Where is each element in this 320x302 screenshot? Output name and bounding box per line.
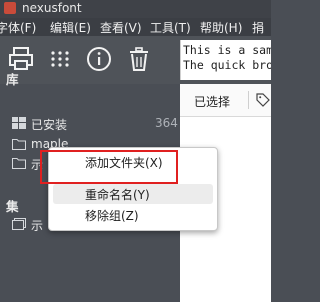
menu-font[interactable]: 字体(F): [0, 19, 36, 36]
grid-dots-icon[interactable]: [45, 44, 75, 74]
list-toolbar: 已选择: [180, 84, 271, 117]
folder-icon: [12, 139, 26, 150]
trash-icon[interactable]: [124, 44, 154, 74]
app-icon: [4, 2, 16, 14]
sidebar-item-label: 已安装: [31, 118, 68, 132]
tag-icon[interactable]: [256, 93, 270, 107]
window-title: nexusfont: [22, 1, 82, 15]
sidebar-item-label: 示: [31, 219, 44, 233]
menu-item-rename[interactable]: 重命名名(Y): [85, 186, 150, 203]
menu-item-remove-group[interactable]: 移除组(Z): [85, 207, 139, 224]
title-bar: nexusfont: [0, 0, 271, 18]
selected-label[interactable]: 已选择: [194, 93, 230, 110]
windows-icon: [12, 117, 26, 129]
library-heading: 库: [6, 72, 19, 87]
menu-edit[interactable]: 编辑(E): [50, 19, 91, 36]
menu-tools[interactable]: 工具(T): [150, 19, 191, 36]
collection-icon: [12, 218, 26, 230]
sample-text-input[interactable]: This is a sample The quick brow: [180, 40, 271, 80]
menu-help[interactable]: 帮助(H): [200, 19, 242, 36]
menu-bar: 字体(F) 编辑(E) 查看(V) 工具(T) 帮助(H) 捐: [0, 18, 271, 36]
menu-view[interactable]: 查看(V): [100, 19, 142, 36]
menu-donate[interactable]: 捐: [252, 19, 264, 36]
info-icon[interactable]: [84, 44, 114, 74]
highlight-annotation-box: [40, 150, 178, 184]
collections-heading: 集: [6, 199, 19, 214]
toolbar-divider: [248, 91, 249, 109]
installed-count: 364: [155, 116, 178, 130]
folder-icon: [12, 158, 26, 169]
sample-line-2: The quick brow: [183, 58, 271, 72]
sample-line-1: This is a sample: [183, 43, 271, 57]
